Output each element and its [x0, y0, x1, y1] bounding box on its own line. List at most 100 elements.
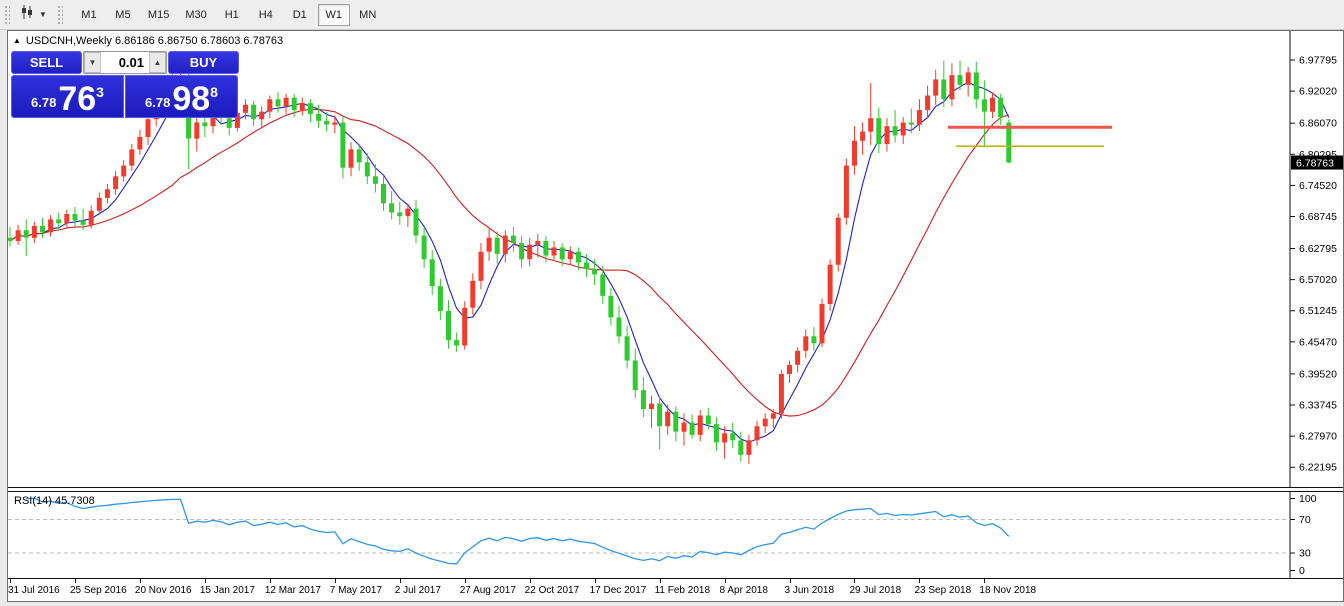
buy-price-display[interactable]: 6.78 98 8 — [125, 75, 238, 118]
tf-button-m30[interactable]: M30 — [178, 4, 213, 26]
tf-button-h1[interactable]: H1 — [216, 4, 248, 26]
candle-body — [349, 149, 354, 167]
toolbar-grip[interactable] — [3, 4, 10, 26]
volume-decrease-button[interactable]: ▼ — [84, 52, 101, 73]
candle-body — [820, 304, 825, 343]
candle-body — [617, 318, 622, 337]
candle-body — [194, 123, 199, 139]
buy-button[interactable]: BUY — [168, 51, 239, 74]
chart-type-button[interactable]: ▼ — [13, 3, 53, 27]
tf-button-w1[interactable]: W1 — [318, 4, 350, 26]
date-axis-tick — [400, 579, 401, 583]
one-click-collapse-icon[interactable]: ▲ — [13, 36, 21, 45]
volume-input[interactable]: 0.01 — [101, 52, 149, 73]
candle-body — [868, 118, 873, 132]
date-axis[interactable]: 31 Jul 201625 Sep 201620 Nov 201615 Jan … — [8, 578, 1343, 601]
candle-body — [16, 230, 21, 241]
sell-button[interactable]: SELL — [11, 51, 82, 74]
candle-body — [852, 141, 857, 166]
candle-body — [690, 423, 695, 435]
candle-body — [795, 351, 800, 365]
candle-body — [706, 416, 711, 425]
date-axis-tick — [854, 579, 855, 583]
candle-body — [990, 98, 995, 112]
candle-body — [373, 176, 378, 184]
candle-body — [909, 123, 914, 125]
date-axis-tick — [140, 579, 141, 583]
candle-body — [470, 281, 475, 308]
date-axis-tick — [335, 579, 336, 583]
moving-average-line — [10, 109, 1009, 416]
rsi-label: RSI(14) 45.7308 — [14, 495, 95, 507]
candle-body — [600, 274, 605, 296]
volume-increase-button[interactable]: ▲ — [149, 52, 166, 73]
price-axis-label: 6.51245 — [1299, 305, 1337, 317]
price-axis-label: 6.68745 — [1299, 211, 1337, 223]
candle-body — [251, 105, 256, 120]
candle-body — [560, 247, 565, 259]
candle-body — [48, 219, 53, 232]
tf-button-m1[interactable]: M1 — [73, 4, 105, 26]
tf-button-m5[interactable]: M5 — [107, 4, 139, 26]
sell-price-display[interactable]: 6.78 76 3 — [11, 75, 124, 118]
candle-body — [730, 433, 735, 440]
candle-body — [113, 176, 118, 189]
date-axis-label: 7 May 2017 — [330, 585, 382, 596]
candlestick-icon — [19, 4, 35, 25]
candle-body — [998, 98, 1003, 117]
timeframe-buttons: M1M5M15M30H1H4D1W1MN — [72, 4, 385, 26]
toolbar-grip-2[interactable] — [56, 4, 63, 26]
price-axis-label: 6.74520 — [1299, 180, 1337, 192]
candle-body — [941, 79, 946, 99]
chart-window: 6.977956.920206.860706.802956.745206.687… — [7, 30, 1344, 602]
tf-button-d1[interactable]: D1 — [284, 4, 316, 26]
date-axis-tick — [595, 579, 596, 583]
candle-body — [137, 137, 142, 149]
candle-body — [414, 209, 419, 236]
date-axis-label: 12 Mar 2017 — [265, 585, 321, 596]
candle-body — [24, 230, 29, 238]
tf-button-mn[interactable]: MN — [352, 4, 384, 26]
candle-body — [893, 126, 898, 135]
candle-body — [292, 98, 297, 110]
date-axis-label: 23 Sep 2018 — [914, 585, 971, 596]
date-axis-label: 29 Jul 2018 — [849, 585, 901, 596]
candle-body — [608, 296, 613, 318]
chart-area: 6.977956.920206.860706.802956.745206.687… — [8, 31, 1343, 601]
candle-body — [300, 103, 305, 110]
candle-body — [714, 424, 719, 442]
candle-body — [40, 226, 45, 233]
rsi-axis-label: 70 — [1299, 514, 1311, 526]
metatrader-workspace: ▼ M1M5M15M30H1H4D1W1MN 6.977956.920206.8… — [0, 0, 1344, 606]
date-axis-tick — [205, 579, 206, 583]
price-axis-label: 6.62795 — [1299, 243, 1337, 255]
price-axis-label: 6.45470 — [1299, 336, 1337, 348]
chart-title-text: USDCNH,Weekly 6.86186 6.86750 6.78603 6.… — [26, 35, 283, 47]
price-axis-label: 6.57020 — [1299, 274, 1337, 286]
candle-body — [438, 286, 443, 311]
candle-body — [308, 103, 313, 114]
date-axis-label: 25 Sep 2016 — [70, 585, 127, 596]
candle-body — [974, 72, 979, 99]
date-axis-tick — [725, 579, 726, 583]
candle-body — [828, 265, 833, 304]
candle-body — [755, 426, 760, 440]
candle-body — [454, 340, 459, 345]
candle-body — [698, 416, 703, 435]
candle-body — [811, 336, 816, 343]
date-axis-tick — [660, 579, 661, 583]
buy-price-big: 98 — [172, 84, 210, 114]
candle-body — [284, 98, 289, 107]
candle-body — [503, 236, 508, 254]
candle-body — [511, 236, 516, 244]
candle-body — [860, 132, 865, 141]
tf-button-h4[interactable]: H4 — [250, 4, 282, 26]
candle-body — [576, 252, 581, 263]
rsi-indicator-chart[interactable]: 10070300 — [8, 492, 1343, 578]
tf-button-m15[interactable]: M15 — [141, 4, 176, 26]
candle-body — [657, 404, 662, 427]
one-click-trading-panel: SELL ▼ 0.01 ▲ BUY 6.78 76 3 6.78 — [11, 51, 239, 118]
sell-price-big: 76 — [58, 84, 96, 114]
candle-body — [592, 269, 597, 274]
candle-body — [876, 118, 881, 144]
